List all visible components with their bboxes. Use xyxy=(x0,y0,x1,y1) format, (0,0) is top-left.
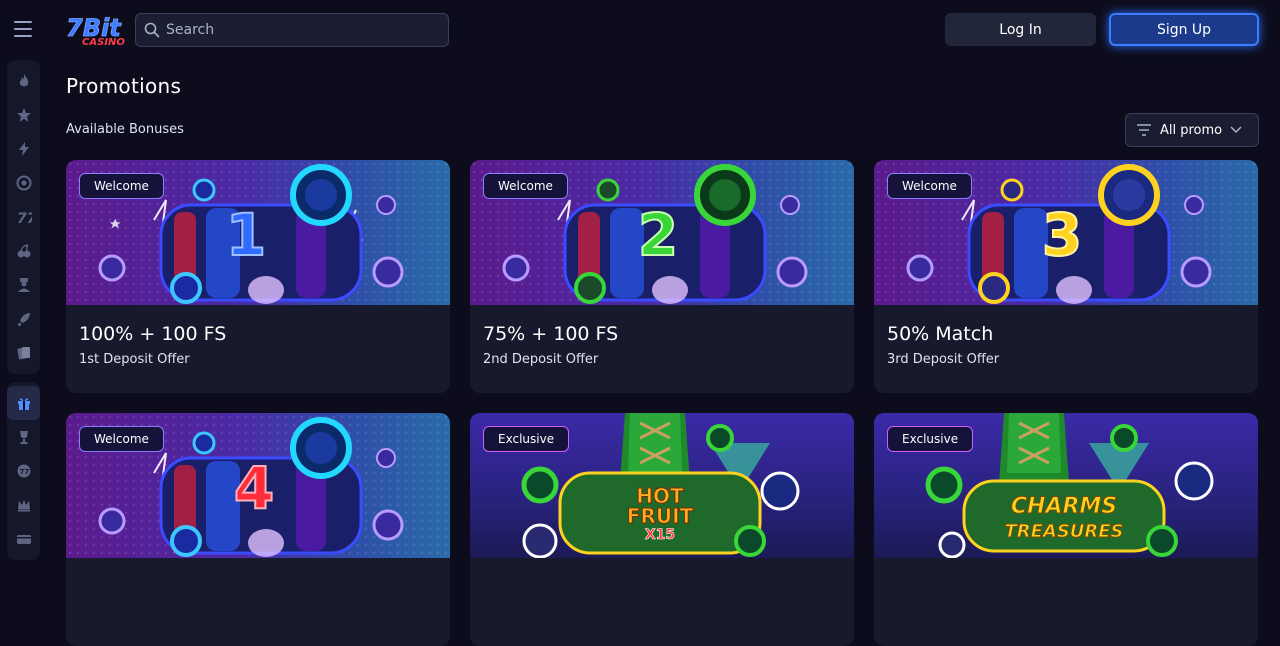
promo-card[interactable]: Welcome 4 xyxy=(66,413,450,646)
promo-card-image: Welcome 3 xyxy=(874,160,1258,305)
svg-text:CASINO: CASINO xyxy=(82,37,125,48)
promo-offer-desc: 1st Deposit Offer xyxy=(79,352,190,367)
rocket-icon xyxy=(16,313,30,327)
sidebar-item-promotions[interactable] xyxy=(7,386,40,420)
chevron-down-icon xyxy=(1230,126,1242,134)
sidebar-item-tournaments[interactable] xyxy=(7,420,40,454)
sidebar-item-wheel[interactable]: 777 xyxy=(7,454,40,488)
card-art-title-2: FRUIT xyxy=(627,504,694,528)
wheel-icon: 777 xyxy=(17,464,32,478)
promo-card-body xyxy=(874,558,1258,646)
promo-badge: Exclusive xyxy=(483,426,570,452)
promo-card-image: Welcome 1 xyxy=(66,160,450,305)
svg-text:777: 777 xyxy=(19,468,32,476)
promo-badge: Welcome xyxy=(79,426,164,452)
card-art-number: 4 xyxy=(234,454,274,522)
dealer-icon xyxy=(17,278,30,292)
promo-card[interactable]: Welcome 2 75% + 100 FS 2nd Deposit Offer xyxy=(470,160,854,393)
promo-card-body: 50% Match 3rd Deposit Offer xyxy=(874,305,1258,393)
menu-icon[interactable] xyxy=(14,21,32,37)
promo-card-body xyxy=(470,558,854,646)
page-title: Promotions xyxy=(66,74,182,98)
card-art-title-1: CHARMS xyxy=(1011,494,1117,519)
sidebar-item-classic[interactable] xyxy=(7,234,40,268)
signup-button[interactable]: Sign Up xyxy=(1109,13,1259,46)
wallet-icon xyxy=(16,535,31,544)
sidebar-group-extras: 777 xyxy=(7,382,40,560)
section-subtitle: Available Bonuses xyxy=(66,122,184,137)
promo-offer-desc: 2nd Deposit Offer xyxy=(483,352,599,367)
filter-label: All promo xyxy=(1160,122,1223,138)
promo-card-image: Exclusive CHARMS TREASURES xyxy=(874,413,1258,558)
crown-icon xyxy=(17,500,30,512)
login-button[interactable]: Log In xyxy=(945,13,1096,46)
sidebar-item-favorites[interactable] xyxy=(7,98,40,132)
promo-card[interactable]: Exclusive CHARMS TREASURES xyxy=(874,413,1258,646)
promo-card-body: 100% + 100 FS 1st Deposit Offer xyxy=(66,305,450,393)
top-bar: 7Bit CASINO Log In Sign Up xyxy=(0,0,1280,60)
promo-offer-title: 75% + 100 FS xyxy=(483,323,619,345)
promo-card-image: Exclusive HOT FRUIT X15 xyxy=(470,413,854,558)
trophy-icon xyxy=(19,431,28,444)
sidebar-group-games: 77 xyxy=(7,60,40,374)
promo-badge: Welcome xyxy=(887,173,972,199)
promo-card-image: Welcome 4 xyxy=(66,413,450,558)
card-art-number: 2 xyxy=(638,201,678,269)
promo-card[interactable]: Exclusive HOT FRUIT X15 xyxy=(470,413,854,646)
sidebar-item-live[interactable] xyxy=(7,268,40,302)
seven-icon: 77 xyxy=(17,211,32,225)
sidebar: 77 777 xyxy=(7,60,40,579)
promo-card-body: 75% + 100 FS 2nd Deposit Offer xyxy=(470,305,854,393)
card-art-title-2: TREASURES xyxy=(1004,521,1123,542)
promo-card[interactable]: Welcome 3 50% Match 3rd Deposit Offer xyxy=(874,160,1258,393)
site-logo[interactable]: 7Bit CASINO xyxy=(64,12,126,48)
sidebar-item-hot[interactable] xyxy=(7,64,40,98)
card-art-title-3: X15 xyxy=(645,527,675,543)
target-icon xyxy=(16,175,31,191)
promo-card-body xyxy=(66,558,450,646)
search-icon xyxy=(144,22,160,38)
search-box[interactable] xyxy=(135,13,449,47)
promo-badge: Welcome xyxy=(79,173,164,199)
sidebar-item-bonus-buy[interactable] xyxy=(7,166,40,200)
promo-card[interactable]: Welcome 1 100% + 100 FS 1st Deposit Offe… xyxy=(66,160,450,393)
promo-offer-title: 50% Match xyxy=(887,323,994,345)
card-art-number: 3 xyxy=(1042,201,1082,269)
sidebar-item-crash[interactable] xyxy=(7,302,40,336)
svg-text:77: 77 xyxy=(17,211,32,225)
sidebar-item-wallet[interactable] xyxy=(7,522,40,556)
sidebar-item-new[interactable] xyxy=(7,132,40,166)
promo-badge: Welcome xyxy=(483,173,568,199)
card-art-number: 1 xyxy=(226,201,266,269)
flame-icon xyxy=(19,74,28,87)
cards-icon xyxy=(16,347,30,360)
gift-icon xyxy=(17,398,30,410)
sidebar-item-slots[interactable]: 77 xyxy=(7,200,40,234)
sidebar-item-table[interactable] xyxy=(7,336,40,370)
promo-badge: Exclusive xyxy=(887,426,974,452)
promo-filter-dropdown[interactable]: All promo xyxy=(1125,113,1259,147)
promo-offer-desc: 3rd Deposit Offer xyxy=(887,352,1000,367)
search-input[interactable] xyxy=(166,22,426,38)
promo-card-image: Welcome 2 xyxy=(470,160,854,305)
filter-icon xyxy=(1137,124,1151,136)
star-icon xyxy=(16,108,31,122)
promo-offer-title: 100% + 100 FS xyxy=(79,323,227,345)
sidebar-item-vip[interactable] xyxy=(7,488,40,522)
lightning-icon xyxy=(18,142,29,156)
cherries-icon xyxy=(17,244,30,258)
